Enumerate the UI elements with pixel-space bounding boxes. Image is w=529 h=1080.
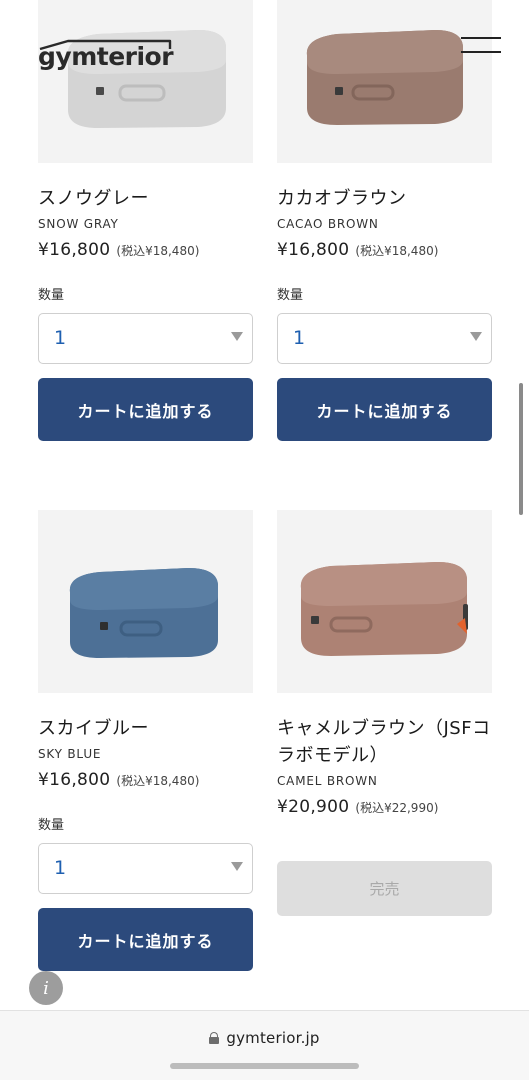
quantity-label: 数量 [38, 288, 65, 303]
quantity-select[interactable]: 1 [277, 313, 492, 364]
url-text: gymterior.jp [226, 1029, 320, 1047]
quantity-select[interactable]: 1 [38, 843, 253, 894]
quantity-value: 1 [293, 327, 306, 349]
product-name: スノウグレー [38, 188, 149, 209]
quantity-label: 数量 [38, 818, 65, 833]
quantity-select[interactable]: 1 [38, 313, 253, 364]
dropdown-arrow-icon [231, 862, 243, 871]
dropdown-arrow-icon [470, 332, 482, 341]
tax-included-price: (税込¥18,480) [355, 244, 439, 258]
product-name-en: SNOW GRAY [38, 217, 119, 231]
quantity-value: 1 [54, 327, 67, 349]
tax-included-price: (税込¥18,480) [116, 774, 200, 788]
price-row: ¥20,900 (税込¥22,990) [277, 797, 492, 817]
product-name-en: CACAO BROWN [277, 217, 379, 231]
product-name-en: SKY BLUE [38, 747, 102, 761]
product-name: スカイブルー [38, 718, 149, 739]
price-row: ¥16,800 (税込¥18,480) [38, 770, 253, 790]
info-icon[interactable]: i [29, 971, 63, 1005]
lock-icon [209, 1032, 220, 1044]
quantity-value: 1 [54, 857, 67, 879]
tax-included-price: (税込¥18,480) [116, 244, 200, 258]
quantity-label: 数量 [277, 288, 304, 303]
cushion-illustration [306, 30, 463, 125]
product-image[interactable] [277, 510, 492, 693]
product-image[interactable] [38, 510, 253, 693]
price-row: ¥16,800 (税込¥18,480) [38, 240, 253, 260]
sold-out-button: 完売 [277, 861, 492, 916]
tax-included-price: (税込¥22,990) [355, 801, 439, 815]
add-to-cart-button[interactable]: カートに追加する [277, 378, 492, 441]
browser-address-bar: gymterior.jp [0, 1010, 529, 1080]
page-viewport: スノウグレー SNOW GRAY ¥16,800 (税込¥18,480) 数量 1… [0, 0, 529, 1010]
cushion-illustration [67, 30, 226, 128]
product-price: ¥16,800 [38, 240, 111, 260]
dropdown-arrow-icon [231, 332, 243, 341]
hamburger-menu-icon[interactable] [461, 37, 501, 55]
product-card-cacao-brown: カカオブラウン CACAO BROWN ¥16,800 (税込¥18,480) 数… [277, 0, 492, 441]
cushion-illustration [69, 568, 218, 658]
home-indicator[interactable] [170, 1063, 359, 1069]
product-price: ¥16,800 [38, 770, 111, 790]
product-price: ¥20,900 [277, 797, 350, 817]
scrollbar[interactable] [519, 383, 523, 515]
logo-text: gymterior [38, 42, 174, 71]
add-to-cart-button[interactable]: カートに追加する [38, 908, 253, 971]
product-image[interactable] [277, 0, 492, 163]
url-display[interactable]: gymterior.jp [0, 1029, 529, 1047]
product-card-camel-brown: キャメルブラウン（JSFコラボモデル） CAMEL BROWN ¥20,900 (… [277, 510, 492, 916]
cushion-illustration [300, 562, 468, 656]
product-name: キャメルブラウン（JSFコラボモデル） [277, 718, 491, 766]
product-name: カカオブラウン [277, 188, 407, 209]
price-row: ¥16,800 (税込¥18,480) [277, 240, 492, 260]
product-price: ¥16,800 [277, 240, 350, 260]
add-to-cart-button[interactable]: カートに追加する [38, 378, 253, 441]
product-image[interactable] [38, 0, 253, 163]
product-name-en: CAMEL BROWN [277, 774, 378, 788]
product-card-sky-blue: スカイブルー SKY BLUE ¥16,800 (税込¥18,480) 数量 1 … [38, 510, 253, 971]
